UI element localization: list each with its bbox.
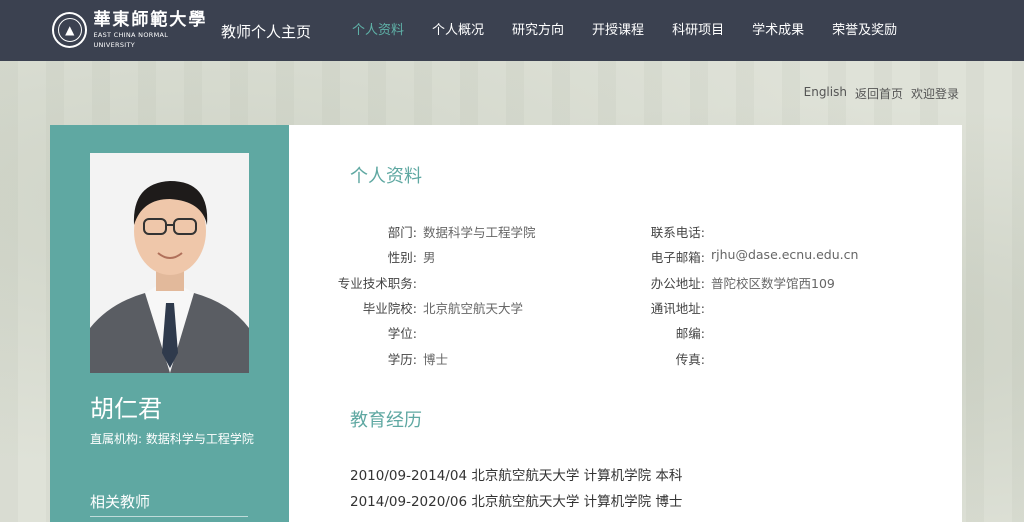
info-label: 联系电话: xyxy=(650,225,705,240)
profile-content: 个人资料 部门: 数据科学与工程学院 性别: 男 专业技术职务: 毕业院校: 北… xyxy=(289,125,962,522)
top-navbar: ▲ 華東師範大學 EAST CHINA NORMAL UNIVERSITY 教师… xyxy=(0,0,1024,61)
nav-item-research[interactable]: 研究方向 xyxy=(498,0,578,61)
education-section-title: 教育经历 xyxy=(350,410,422,431)
info-row: 办公地址: 普陀校区数学馆西109 xyxy=(615,273,835,292)
login-link[interactable]: 欢迎登录 xyxy=(911,85,959,102)
info-value: 数据科学与工程学院 xyxy=(423,225,536,240)
info-row: 电子邮箱: rjhu@dase.ecnu.edu.cn xyxy=(615,247,859,266)
info-row: 联系电话: xyxy=(615,222,711,241)
nav-item-publications[interactable]: 学术成果 xyxy=(738,0,818,61)
info-label: 学历: xyxy=(387,352,417,367)
info-value: 普陀校区数学馆西109 xyxy=(711,276,835,291)
info-row: 毕业院校: 北京航空航天大学 xyxy=(327,298,523,317)
info-row: 学历: 博士 xyxy=(327,349,448,368)
education-item: 2014/09-2020/06 北京航空航天大学 计算机学院 博士 xyxy=(350,494,683,510)
info-value: 北京航空航天大学 xyxy=(423,301,524,316)
info-label: 性别: xyxy=(387,250,417,265)
info-label: 通讯地址: xyxy=(650,301,705,316)
main-nav: 个人资料 个人概况 研究方向 开授课程 科研项目 学术成果 荣誉及奖励 xyxy=(338,0,911,61)
nav-item-overview[interactable]: 个人概况 xyxy=(418,0,498,61)
info-value: 博士 xyxy=(423,352,449,367)
info-label: 邮编: xyxy=(675,326,705,341)
teacher-name: 胡仁君 xyxy=(90,395,162,423)
info-label: 传真: xyxy=(675,352,705,367)
site-title: 教师个人主页 xyxy=(221,23,312,41)
info-row: 邮编: xyxy=(615,323,711,342)
divider xyxy=(90,516,248,517)
logo-cn: 華東師範大學 xyxy=(93,10,208,30)
info-label: 专业技术职务: xyxy=(337,276,417,291)
info-label: 学位: xyxy=(387,326,417,341)
info-row: 传真: xyxy=(615,349,711,368)
logo-en: EAST CHINA NORMAL UNIVERSITY xyxy=(93,31,169,49)
info-label: 电子邮箱: xyxy=(650,250,705,265)
email-value[interactable]: rjhu@dase.ecnu.edu.cn xyxy=(711,247,858,266)
home-link[interactable]: 返回首页 xyxy=(855,85,903,102)
nav-item-courses[interactable]: 开授课程 xyxy=(578,0,658,61)
top-links: English 返回首页 欢迎登录 xyxy=(804,85,959,102)
info-row: 部门: 数据科学与工程学院 xyxy=(327,222,536,241)
profile-section-title: 个人资料 xyxy=(350,166,422,187)
nav-item-honors[interactable]: 荣誉及奖励 xyxy=(818,0,911,61)
logo-text: 華東師範大學 EAST CHINA NORMAL UNIVERSITY xyxy=(93,10,210,50)
info-row: 学位: xyxy=(327,323,423,342)
related-teachers-title: 相关教师 xyxy=(90,493,151,511)
info-value: 男 xyxy=(423,250,436,265)
university-logo[interactable]: ▲ 華東師範大學 EAST CHINA NORMAL UNIVERSITY xyxy=(52,10,210,50)
info-row: 性别: 男 xyxy=(327,247,436,266)
portrait-image xyxy=(90,153,249,373)
english-link[interactable]: English xyxy=(804,85,847,102)
education-item: 2010/09-2014/04 北京航空航天大学 计算机学院 本科 xyxy=(350,468,683,484)
info-label: 毕业院校: xyxy=(362,301,417,316)
affiliation: 直属机构: 数据科学与工程学院 xyxy=(90,432,254,446)
university-seal-icon: ▲ xyxy=(52,12,88,48)
profile-photo xyxy=(90,153,249,373)
nav-item-profile[interactable]: 个人资料 xyxy=(338,0,418,61)
nav-item-projects[interactable]: 科研项目 xyxy=(658,0,738,61)
info-label: 部门: xyxy=(387,225,417,240)
profile-sidebar: 胡仁君 直属机构: 数据科学与工程学院 相关教师 xyxy=(50,125,289,522)
info-row: 通讯地址: xyxy=(615,298,711,317)
info-row: 专业技术职务: xyxy=(327,273,423,292)
info-label: 办公地址: xyxy=(650,276,705,291)
